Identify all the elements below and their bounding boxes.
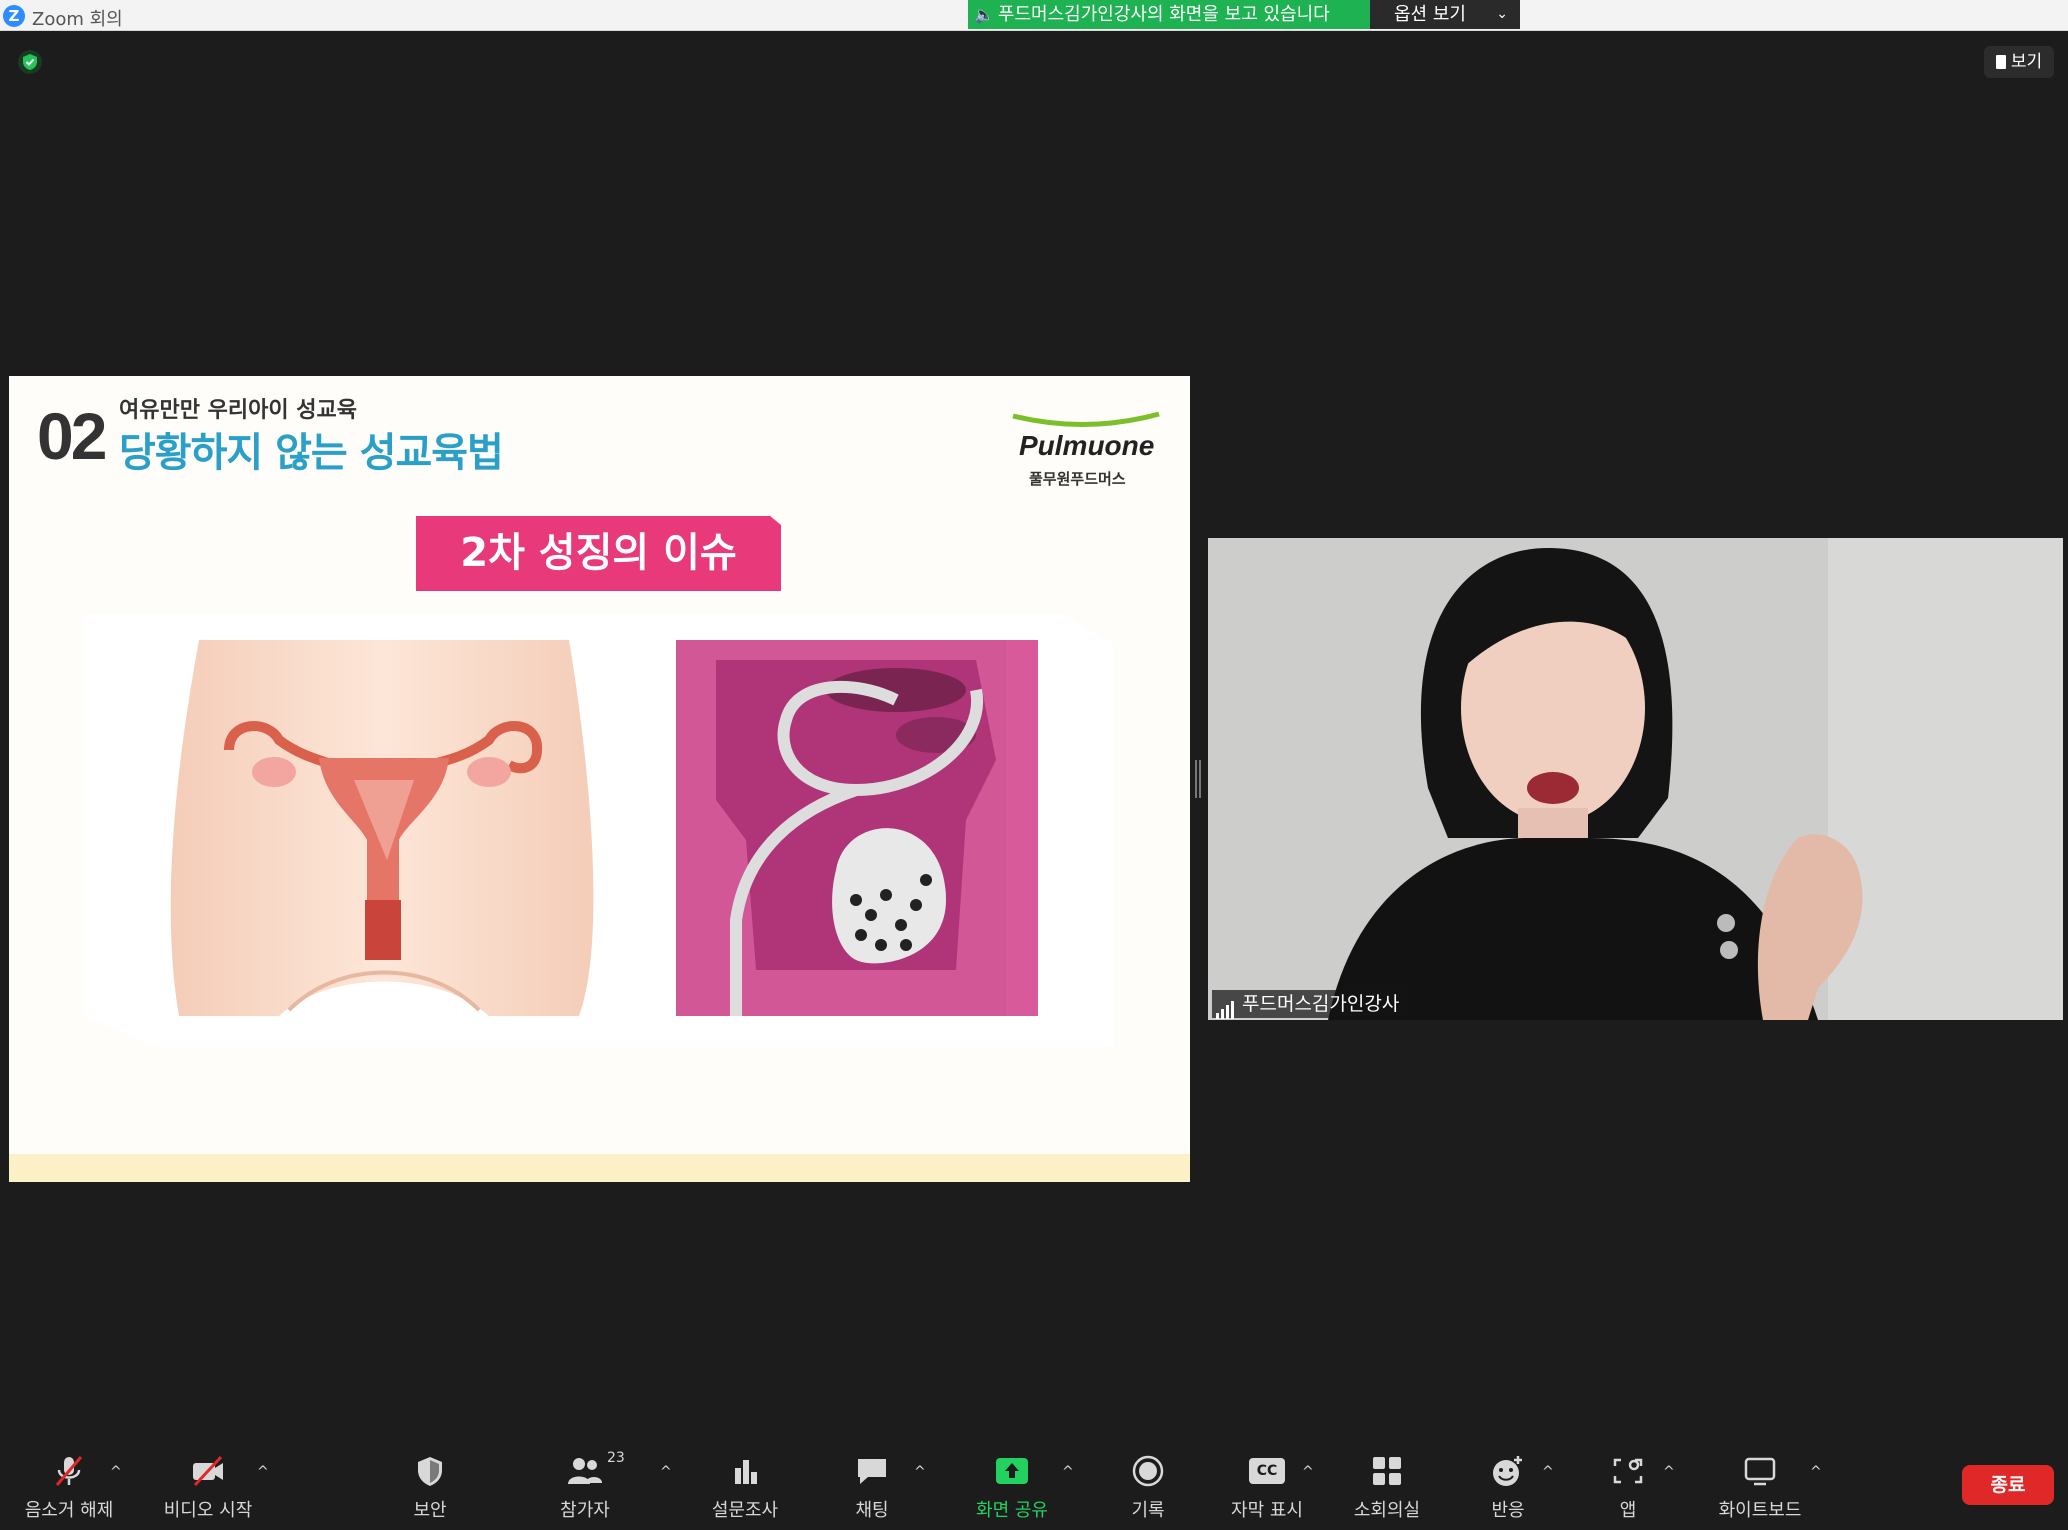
participant-video-feed	[1208, 538, 2063, 1020]
reactions-label: 반응	[1491, 1500, 1525, 1521]
screen-share-banner: 🔈 푸드머스김가인강사의 화면을 보고 있습니다	[968, 0, 1370, 29]
apps-label: 앱	[1619, 1500, 1637, 1521]
unmute-button[interactable]: 음소거 해제	[14, 1428, 124, 1526]
unmute-label: 음소거 해제	[24, 1500, 114, 1521]
participant-video-tile[interactable]: 푸드머스김가인강사	[1208, 538, 2063, 1020]
speaker-icon: 🔈	[974, 5, 994, 24]
participants-icon	[568, 1458, 602, 1484]
chat-bubble-icon	[858, 1459, 886, 1484]
breakout-rooms-button[interactable]: 소회의실	[1342, 1428, 1432, 1526]
brand-subtext: 풀무원푸드머스	[1029, 470, 1126, 488]
window-title: Zoom 회의	[32, 9, 123, 30]
record-button[interactable]: 기록	[1108, 1428, 1188, 1526]
muted-microphone-icon	[55, 1456, 83, 1486]
share-screen-icon	[996, 1458, 1028, 1484]
participant-name: 푸드머스김가인강사	[1242, 993, 1400, 1015]
reactions-button[interactable]: 반응	[1468, 1428, 1548, 1526]
share-options-caret[interactable]: ^	[1062, 1464, 1074, 1480]
brand-swoosh-logo	[1012, 412, 1160, 428]
record-label: 기록	[1131, 1500, 1165, 1521]
apps-icon	[1613, 1458, 1643, 1484]
start-video-label: 비디오 시작	[163, 1500, 253, 1521]
view-options-button[interactable]: 옵션 보기 ⌄	[1370, 0, 1520, 29]
captions-options-caret[interactable]: ^	[1302, 1464, 1314, 1480]
start-video-button[interactable]: 비디오 시작	[152, 1428, 264, 1526]
connection-signal-icon	[1216, 991, 1236, 1019]
record-icon	[1132, 1455, 1164, 1487]
shield-icon	[418, 1457, 442, 1486]
slide-title: 당황하지 않는 성교육법	[119, 430, 504, 476]
chat-label: 채팅	[855, 1500, 889, 1521]
security-button[interactable]: 보안	[390, 1428, 470, 1526]
video-options-caret[interactable]: ^	[257, 1464, 269, 1480]
apps-button[interactable]: 앱	[1588, 1428, 1668, 1526]
view-layout-label: 보기	[2010, 52, 2043, 72]
encryption-shield-icon[interactable]	[18, 50, 42, 74]
view-layout-button[interactable]: 보기	[1984, 46, 2054, 78]
whiteboard-options-caret[interactable]: ^	[1810, 1464, 1822, 1480]
screen-share-banner-text: 푸드머스김가인강사의 화면을 보고 있습니다	[997, 4, 1330, 25]
polls-label: 설문조사	[711, 1500, 779, 1521]
male-anatomy-illustration	[676, 640, 1038, 1016]
whiteboard-label: 화이트보드	[1718, 1500, 1802, 1521]
breakout-rooms-label: 소회의실	[1353, 1500, 1421, 1521]
female-anatomy-illustration	[170, 640, 594, 1016]
participant-name-tag: 푸드머스김가인강사	[1212, 990, 1408, 1019]
zoom-logo-icon: Z	[3, 5, 25, 27]
slide-number: 02	[37, 399, 107, 473]
participants-label: 참가자	[560, 1500, 610, 1521]
breakout-rooms-icon	[1373, 1457, 1401, 1485]
brand-logo-text: Pulmuone	[1019, 430, 1155, 461]
chevron-down-icon: ⌄	[1496, 6, 1508, 22]
participants-options-caret[interactable]: ^	[660, 1464, 672, 1480]
share-screen-button[interactable]: 화면 공유	[962, 1428, 1062, 1526]
meeting-toolbar: 음소거 해제 ^ 비디오 시작 ^ 보안 23 참가자 ^ 설문조사 채팅 ^ …	[0, 1428, 2068, 1526]
shared-screen-slide: 02 여유만만 우리아이 성교육 당황하지 않는 성교육법 Pulmuone 풀…	[9, 376, 1190, 1182]
chat-button[interactable]: 채팅	[832, 1428, 912, 1526]
audio-options-caret[interactable]: ^	[110, 1464, 122, 1480]
captions-button[interactable]: CC 자막 표시	[1222, 1428, 1312, 1526]
layout-icon	[1995, 55, 2006, 69]
polls-button[interactable]: 설문조사	[700, 1428, 790, 1526]
smiley-add-icon	[1493, 1456, 1522, 1486]
apps-options-caret[interactable]: ^	[1663, 1464, 1675, 1480]
whiteboard-icon	[1744, 1457, 1776, 1486]
reactions-options-caret[interactable]: ^	[1542, 1464, 1554, 1480]
slide-footer-bar	[9, 1154, 1190, 1182]
slide-image-card	[84, 614, 1114, 1046]
security-label: 보안	[413, 1500, 447, 1521]
zoom-meeting-window: Z Zoom 회의 🔈 푸드머스김가인강사의 화면을 보고 있습니다 옵션 보기 …	[0, 0, 2068, 1530]
participants-button[interactable]: 23 참가자	[545, 1428, 625, 1526]
view-options-label: 옵션 보기	[1394, 4, 1466, 25]
slide-section-label: 2차 성징의 이슈	[416, 516, 781, 591]
end-meeting-button[interactable]: 종료	[1962, 1465, 2054, 1505]
closed-captions-icon: CC	[1249, 1458, 1285, 1484]
video-off-icon	[193, 1455, 223, 1487]
whiteboard-button[interactable]: 화이트보드	[1700, 1428, 1820, 1526]
share-screen-label: 화면 공유	[976, 1500, 1048, 1521]
captions-label: 자막 표시	[1231, 1500, 1303, 1521]
bar-chart-icon	[735, 1460, 757, 1484]
participants-count: 23	[607, 1450, 625, 1466]
split-divider-handle[interactable]	[1195, 760, 1201, 798]
chat-options-caret[interactable]: ^	[914, 1464, 926, 1480]
